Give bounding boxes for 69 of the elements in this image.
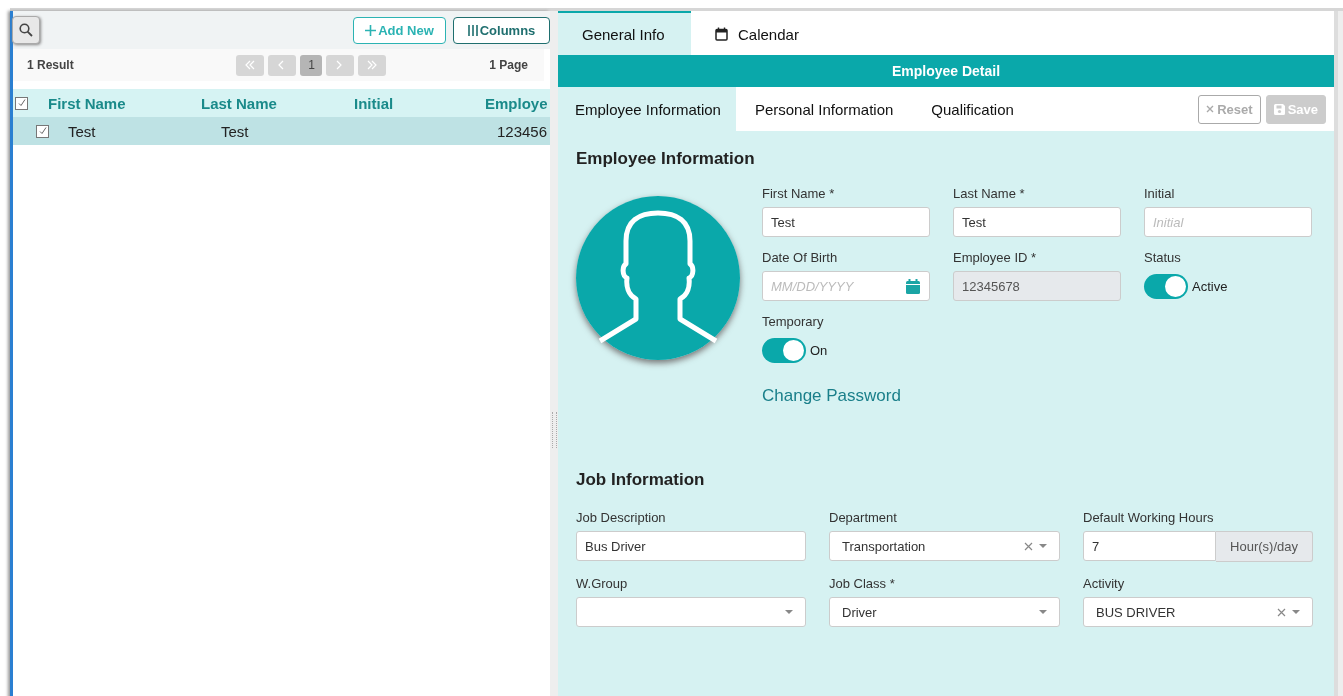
- table-row[interactable]: Test Test 123456: [13, 117, 550, 145]
- dropdown[interactable]: Driver: [829, 597, 1060, 627]
- search-button[interactable]: [12, 16, 40, 44]
- unit-label: Hour(s)/day: [1216, 531, 1313, 562]
- dropdown[interactable]: [576, 597, 806, 627]
- column-header[interactable]: Last Name: [201, 94, 354, 112]
- plus-icon: [365, 24, 377, 36]
- column-header[interactable]: Employe: [485, 94, 550, 112]
- dropdown-value: BUS DRIVER: [1096, 604, 1177, 620]
- caret-icon: [785, 610, 793, 614]
- caret-icon: [1039, 610, 1047, 614]
- input-field[interactable]: Test: [762, 207, 930, 237]
- table-cell-text: Test: [67, 122, 97, 140]
- section-title: Job Information: [576, 470, 706, 490]
- field-label: Job Class *: [829, 576, 896, 591]
- toggle-switch[interactable]: [1144, 273, 1188, 299]
- field-label: W.Group: [576, 576, 629, 591]
- chevron-icon: [366, 60, 379, 70]
- caret-icon: [1039, 544, 1047, 548]
- column-header[interactable]: First Name: [48, 94, 201, 112]
- toggle-label: On: [810, 342, 828, 358]
- field-label: Status: [1144, 250, 1182, 265]
- result-count: 1 Result: [27, 58, 74, 72]
- field-label: Employee ID *: [953, 250, 1038, 265]
- chevron-icon: [244, 60, 257, 70]
- input-field[interactable]: MM/DD/YYYY: [762, 271, 930, 301]
- columns-button[interactable]: Columns: [453, 16, 550, 44]
- section-title: Employee Information: [576, 149, 756, 169]
- dropdown-value: Transportation: [842, 538, 927, 554]
- clear-icon: [1024, 541, 1033, 551]
- toggle-label: Active: [1192, 278, 1228, 294]
- caret-icon: [1292, 610, 1300, 614]
- field-label: Date Of Birth: [762, 250, 839, 265]
- tab[interactable]: Employee Information: [558, 87, 736, 131]
- field-label: Activity: [1083, 576, 1126, 591]
- field-label: Default Working Hours: [1083, 510, 1215, 525]
- calendar-icon: [906, 279, 920, 294]
- dropdown-value: Driver: [842, 604, 878, 620]
- calendar-icon: [715, 27, 728, 41]
- toggle-switch[interactable]: [762, 337, 806, 363]
- field-label: Last Name *: [953, 186, 1026, 201]
- page-button[interactable]: 1: [300, 54, 323, 76]
- check-icon: [38, 127, 47, 135]
- check-icon: [17, 99, 26, 107]
- search-icon: [19, 23, 33, 37]
- field-label: Initial: [1144, 186, 1176, 201]
- columns-icon: [467, 24, 478, 36]
- input-field[interactable]: Bus Driver: [576, 531, 806, 561]
- field-label: First Name *: [762, 186, 836, 201]
- change-password-link[interactable]: Change Password: [762, 386, 1121, 406]
- table-cell: 123456: [497, 122, 548, 140]
- field-label: Department: [829, 510, 898, 525]
- field-label: Temporary: [762, 314, 825, 329]
- dropdown[interactable]: BUS DRIVER: [1083, 597, 1313, 627]
- checkbox[interactable]: [15, 96, 28, 110]
- input-field[interactable]: 7: [1083, 531, 1217, 561]
- checkbox[interactable]: [36, 124, 49, 138]
- resize-handle[interactable]: [551, 412, 557, 448]
- column-header[interactable]: Initial: [354, 94, 485, 112]
- page-count: 1 Page: [489, 58, 528, 72]
- input-field[interactable]: Test: [953, 207, 1121, 237]
- panel-header: Employee Detail: [558, 55, 1334, 87]
- tab[interactable]: General Info: [558, 11, 691, 55]
- close-icon: [1206, 105, 1215, 113]
- field-label: Job Description: [576, 510, 667, 525]
- dropdown[interactable]: Transportation: [829, 531, 1060, 561]
- clear-icon: [1277, 607, 1286, 617]
- input-field[interactable]: Initial: [1144, 207, 1312, 237]
- table-cell-text: Test: [220, 122, 250, 140]
